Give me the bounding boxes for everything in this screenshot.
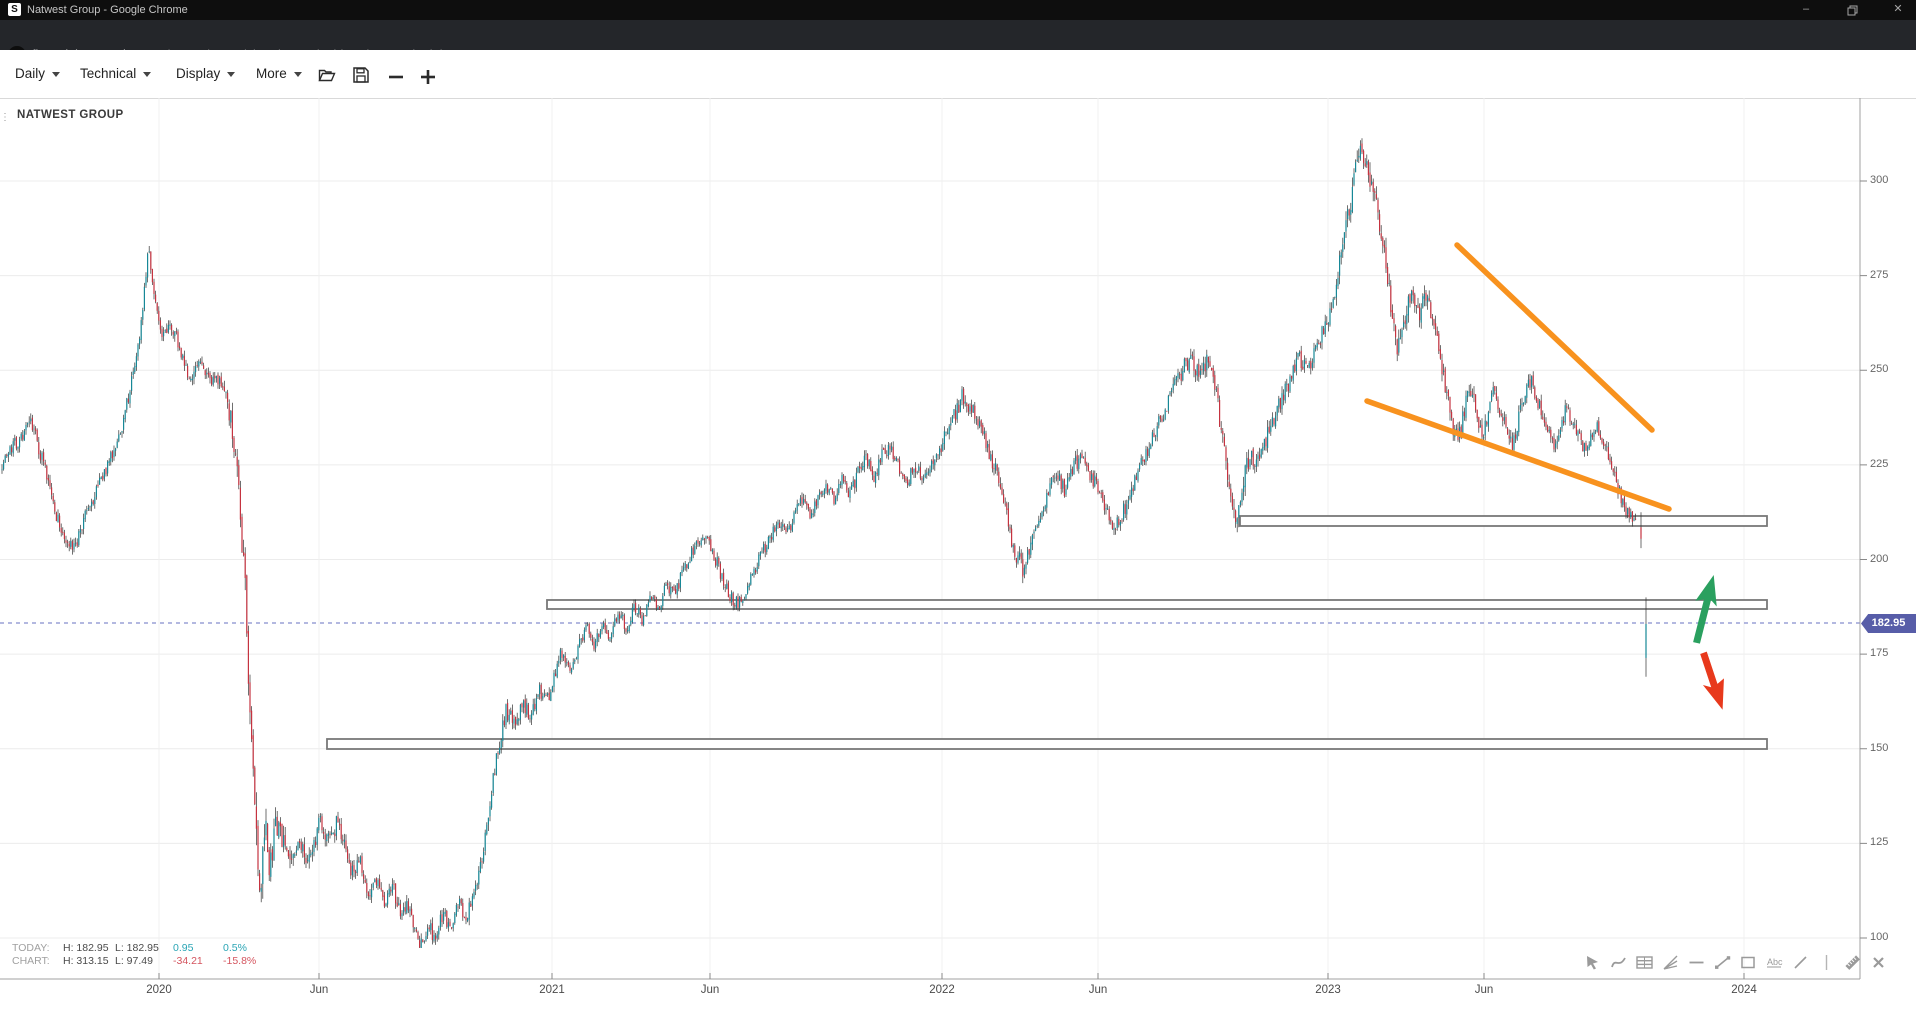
price-tick-label: 150 bbox=[1870, 742, 1888, 754]
time-tick-label: Jun bbox=[297, 984, 341, 996]
curve-tool-icon[interactable] bbox=[1610, 954, 1627, 971]
close-tool-icon[interactable] bbox=[1870, 954, 1887, 971]
fan-tool-icon[interactable] bbox=[1662, 954, 1679, 971]
time-tick-label: 2024 bbox=[1722, 984, 1766, 996]
trend-line-tool-icon[interactable] bbox=[1714, 954, 1731, 971]
price-tick-label: 300 bbox=[1870, 174, 1888, 186]
time-tick-label: 2022 bbox=[920, 984, 964, 996]
down-arrow-drawing[interactable] bbox=[1693, 649, 1734, 713]
candlestick-chart-canvas[interactable] bbox=[0, 0, 1916, 1024]
time-tick-label: Jun bbox=[688, 984, 732, 996]
divider-tool-icon bbox=[1818, 954, 1835, 971]
price-tick-label: 250 bbox=[1870, 363, 1888, 375]
price-tick-label: 125 bbox=[1870, 836, 1888, 848]
price-tick-label: 175 bbox=[1870, 647, 1888, 659]
pointer-tool-icon[interactable] bbox=[1584, 954, 1601, 971]
current-price-tag: 182.95 bbox=[1861, 614, 1916, 633]
price-tick-label: 200 bbox=[1870, 553, 1888, 565]
grid-tool-icon[interactable] bbox=[1636, 954, 1653, 971]
horizontal-line-tool-icon[interactable] bbox=[1688, 954, 1705, 971]
time-tick-label: Jun bbox=[1462, 984, 1506, 996]
trendline-drawing[interactable] bbox=[1457, 245, 1652, 430]
up-candles bbox=[1, 146, 1646, 948]
rectangle-tool-icon[interactable] bbox=[1740, 954, 1757, 971]
down-candles bbox=[6, 144, 1641, 948]
price-tick-label: 100 bbox=[1870, 931, 1888, 943]
candle-wicks bbox=[2, 138, 1646, 948]
ruler-tool-icon[interactable] bbox=[1844, 954, 1861, 971]
trendline-drawing[interactable] bbox=[1367, 401, 1669, 509]
price-zone-box[interactable] bbox=[1240, 516, 1767, 526]
price-zone-box[interactable] bbox=[327, 739, 1767, 749]
drawing-toolbar: Abc bbox=[1584, 954, 1887, 971]
time-tick-label: Jun bbox=[1076, 984, 1120, 996]
price-tick-label: 225 bbox=[1870, 458, 1888, 470]
time-tick-label: 2023 bbox=[1306, 984, 1350, 996]
diagonal-line-tool-icon[interactable] bbox=[1792, 954, 1809, 971]
time-tick-label: 2020 bbox=[137, 984, 181, 996]
time-tick-label: 2021 bbox=[530, 984, 574, 996]
text-tool-icon[interactable]: Abc bbox=[1766, 954, 1783, 971]
price-tick-label: 275 bbox=[1870, 269, 1888, 281]
svg-text:Abc: Abc bbox=[1767, 957, 1783, 967]
browser-window: S Natwest Group - Google Chrome – ✕ fina… bbox=[0, 0, 1916, 1024]
